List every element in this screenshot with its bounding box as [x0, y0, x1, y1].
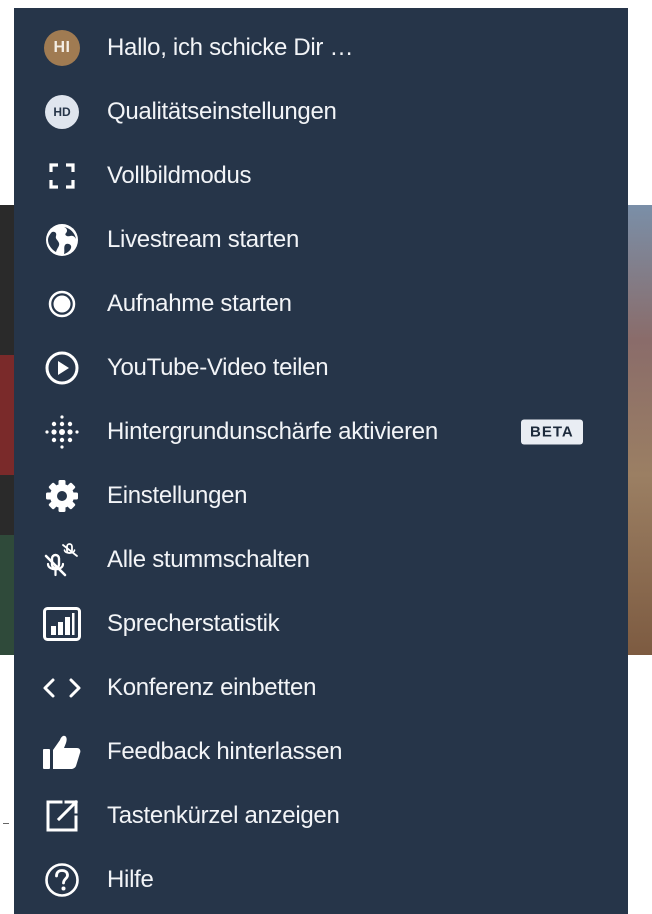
menu-item-shortcuts[interactable]: Tastenkürzel anzeigen — [14, 784, 628, 848]
globe-icon — [38, 216, 86, 264]
menu-item-speaker-stats[interactable]: Sprecherstatistik — [14, 592, 628, 656]
menu-item-label: Feedback hinterlassen — [107, 738, 343, 765]
help-icon — [38, 856, 86, 904]
menu-item-label: Sprecherstatistik — [107, 610, 280, 637]
video-background-left — [0, 205, 14, 655]
menu-item-quality[interactable]: HD Qualitätseinstellungen — [14, 80, 628, 144]
menu-item-label: YouTube-Video teilen — [107, 354, 329, 381]
menu-item-fullscreen[interactable]: Vollbildmodus — [14, 144, 628, 208]
beta-badge: BETA — [521, 419, 583, 445]
menu-item-recording[interactable]: Aufnahme starten — [14, 272, 628, 336]
menu-item-label: Konferenz einbetten — [107, 674, 317, 701]
menu-item-label: Alle stummschalten — [107, 546, 310, 573]
record-icon — [38, 280, 86, 328]
overflow-menu: HI Hallo, ich schicke Dir … HD Qualitäts… — [14, 8, 628, 914]
video-background-right — [628, 205, 652, 655]
menu-item-label: Hilfe — [107, 866, 154, 893]
menu-item-embed[interactable]: Konferenz einbetten — [14, 656, 628, 720]
menu-item-label: Qualitätseinstellungen — [107, 98, 337, 125]
hd-badge: HD — [45, 95, 79, 129]
mute-all-icon — [38, 536, 86, 584]
menu-item-label: Aufnahme starten — [107, 290, 292, 317]
menu-item-label: Livestream starten — [107, 226, 300, 253]
menu-item-feedback[interactable]: Feedback hinterlassen — [14, 720, 628, 784]
thumbs-up-icon — [38, 728, 86, 776]
menu-item-label: Vollbildmodus — [107, 162, 252, 189]
menu-item-mute-all[interactable]: Alle stummschalten — [14, 528, 628, 592]
fullscreen-icon — [38, 152, 86, 200]
menu-item-settings[interactable]: Einstellungen — [14, 464, 628, 528]
play-circle-icon — [38, 344, 86, 392]
menu-item-background-blur[interactable]: Hintergrundunschärfe aktivieren BETA — [14, 400, 628, 464]
menu-item-help[interactable]: Hilfe — [14, 848, 628, 912]
background-artifact — [3, 823, 9, 824]
external-link-icon — [38, 792, 86, 840]
gear-icon — [38, 472, 86, 520]
menu-item-label: Hallo, ich schicke Dir … — [107, 34, 354, 61]
blur-dots-icon — [38, 408, 86, 456]
menu-item-profile[interactable]: HI Hallo, ich schicke Dir … — [14, 16, 628, 80]
video-background-stripe — [0, 535, 14, 655]
hd-icon: HD — [38, 88, 86, 136]
menu-item-youtube[interactable]: YouTube-Video teilen — [14, 336, 628, 400]
avatar-icon: HI — [38, 24, 86, 72]
menu-item-label: Einstellungen — [107, 482, 248, 509]
menu-item-label: Hintergrundunschärfe aktivieren — [107, 418, 438, 445]
menu-item-label: Tastenkürzel anzeigen — [107, 802, 340, 829]
code-icon — [38, 664, 86, 712]
bar-chart-icon — [38, 600, 86, 648]
avatar: HI — [44, 30, 80, 66]
menu-item-livestream[interactable]: Livestream starten — [14, 208, 628, 272]
video-background-stripe — [0, 355, 14, 475]
